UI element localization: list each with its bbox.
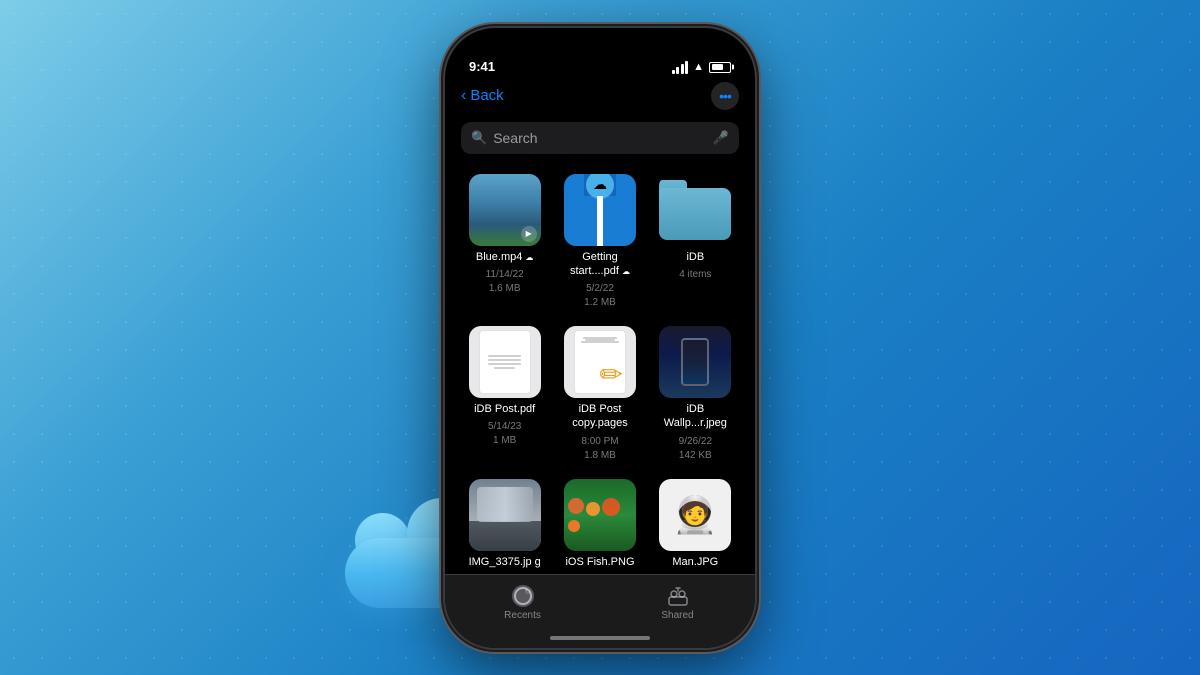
- status-time: 9:41: [469, 59, 495, 74]
- back-button[interactable]: ‹ Back: [461, 87, 504, 105]
- pdf-doc-icon: [479, 330, 531, 394]
- search-icon: 🔍: [471, 130, 487, 146]
- signal-bars-icon: [672, 61, 689, 74]
- file-name: iDB Post.pdf: [474, 402, 535, 416]
- phone-screen: 9:41 ▲ ‹ Bac: [445, 28, 755, 648]
- pages-doc-icon: ✏: [574, 330, 626, 394]
- wifi-icon: ▲: [693, 61, 704, 73]
- list-item[interactable]: 🧑‍🚀 Man.JPG 2/15/22100 KB: [652, 479, 739, 574]
- man-figure-icon: 🧑‍🚀: [673, 494, 718, 536]
- back-chevron-icon: ‹: [461, 87, 466, 105]
- folder-icon: [659, 180, 731, 240]
- file-meta: 11/14/221.6 MB: [486, 268, 524, 296]
- signal-bar-3: [681, 64, 684, 74]
- dynamic-island: [555, 40, 645, 70]
- microphone-icon[interactable]: 🎤: [713, 130, 729, 146]
- list-item[interactable]: ▶ Blue.mp4 ☁ 11/14/221.6 MB: [461, 174, 548, 311]
- list-item[interactable]: iDB Wallp...r.jpeg 9/26/22142 KB: [652, 326, 739, 463]
- signal-bar-1: [672, 70, 675, 74]
- file-meta: 8:00 PM1.8 MB: [581, 435, 618, 463]
- list-item[interactable]: ✏ iDB Post copy.pages 8:00 PM1.8 MB: [556, 326, 643, 463]
- list-item[interactable]: IMG_3375.jp g ☁ 7/25/223.8 MB: [461, 479, 548, 574]
- list-item[interactable]: ☁ Getting start....pdf ☁ 5/2/221.2 MB: [556, 174, 643, 311]
- file-meta: 9/26/22142 KB: [679, 435, 712, 463]
- tab-shared[interactable]: Shared: [643, 585, 713, 621]
- file-name: iDB: [686, 250, 704, 264]
- signal-bar-2: [676, 67, 679, 74]
- files-grid: ▶ Blue.mp4 ☁ 11/14/221.6 MB ☁: [445, 166, 755, 574]
- search-input[interactable]: Search: [493, 130, 707, 146]
- file-meta: 5/2/221.2 MB: [584, 282, 616, 310]
- file-thumbnail: [469, 326, 541, 398]
- file-name: iOS Fish.PNG: [565, 555, 634, 569]
- signal-bar-4: [685, 61, 688, 74]
- more-dots-icon: •••: [719, 88, 731, 104]
- recents-icon: ↻: [512, 585, 534, 607]
- list-item[interactable]: iDB Post.pdf 5/14/231 MB: [461, 326, 548, 463]
- more-button[interactable]: •••: [711, 82, 739, 110]
- file-thumbnail: ☁: [564, 174, 636, 246]
- file-name: Getting start....pdf ☁: [560, 250, 640, 279]
- phone-frame: 9:41 ▲ ‹ Bac: [445, 28, 755, 648]
- tab-shared-label: Shared: [661, 610, 693, 621]
- file-name: Man.JPG: [672, 555, 718, 569]
- list-item[interactable]: iOS Fish.PNG 9/13/213.6 MB: [556, 479, 643, 574]
- file-name: iDB Wallp...r.jpeg: [655, 402, 735, 431]
- search-bar[interactable]: 🔍 Search 🎤: [461, 122, 739, 154]
- file-name: iDB Post copy.pages: [560, 402, 640, 431]
- file-thumbnail: [659, 174, 731, 246]
- status-icons: ▲: [672, 61, 731, 74]
- file-name: IMG_3375.jp g ☁: [465, 555, 545, 574]
- file-thumbnail: 🧑‍🚀: [659, 479, 731, 551]
- shared-icon: [667, 585, 689, 607]
- file-meta: 5/14/231 MB: [488, 420, 521, 448]
- scene: 9:41 ▲ ‹ Bac: [445, 28, 755, 648]
- file-thumbnail: ✏: [564, 326, 636, 398]
- list-item[interactable]: iDB 4 items: [652, 174, 739, 311]
- file-meta: 4 items: [679, 268, 711, 282]
- file-thumbnail: [659, 326, 731, 398]
- battery-fill: [712, 64, 724, 70]
- file-thumbnail: ▶: [469, 174, 541, 246]
- battery-icon: [709, 62, 731, 73]
- back-label: Back: [470, 87, 503, 104]
- tab-recents[interactable]: ↻ Recents: [488, 585, 558, 621]
- file-name: Blue.mp4 ☁: [476, 250, 534, 264]
- file-thumbnail: [469, 479, 541, 551]
- home-indicator: [550, 636, 650, 640]
- file-thumbnail: [564, 479, 636, 551]
- tab-recents-label: Recents: [504, 610, 541, 621]
